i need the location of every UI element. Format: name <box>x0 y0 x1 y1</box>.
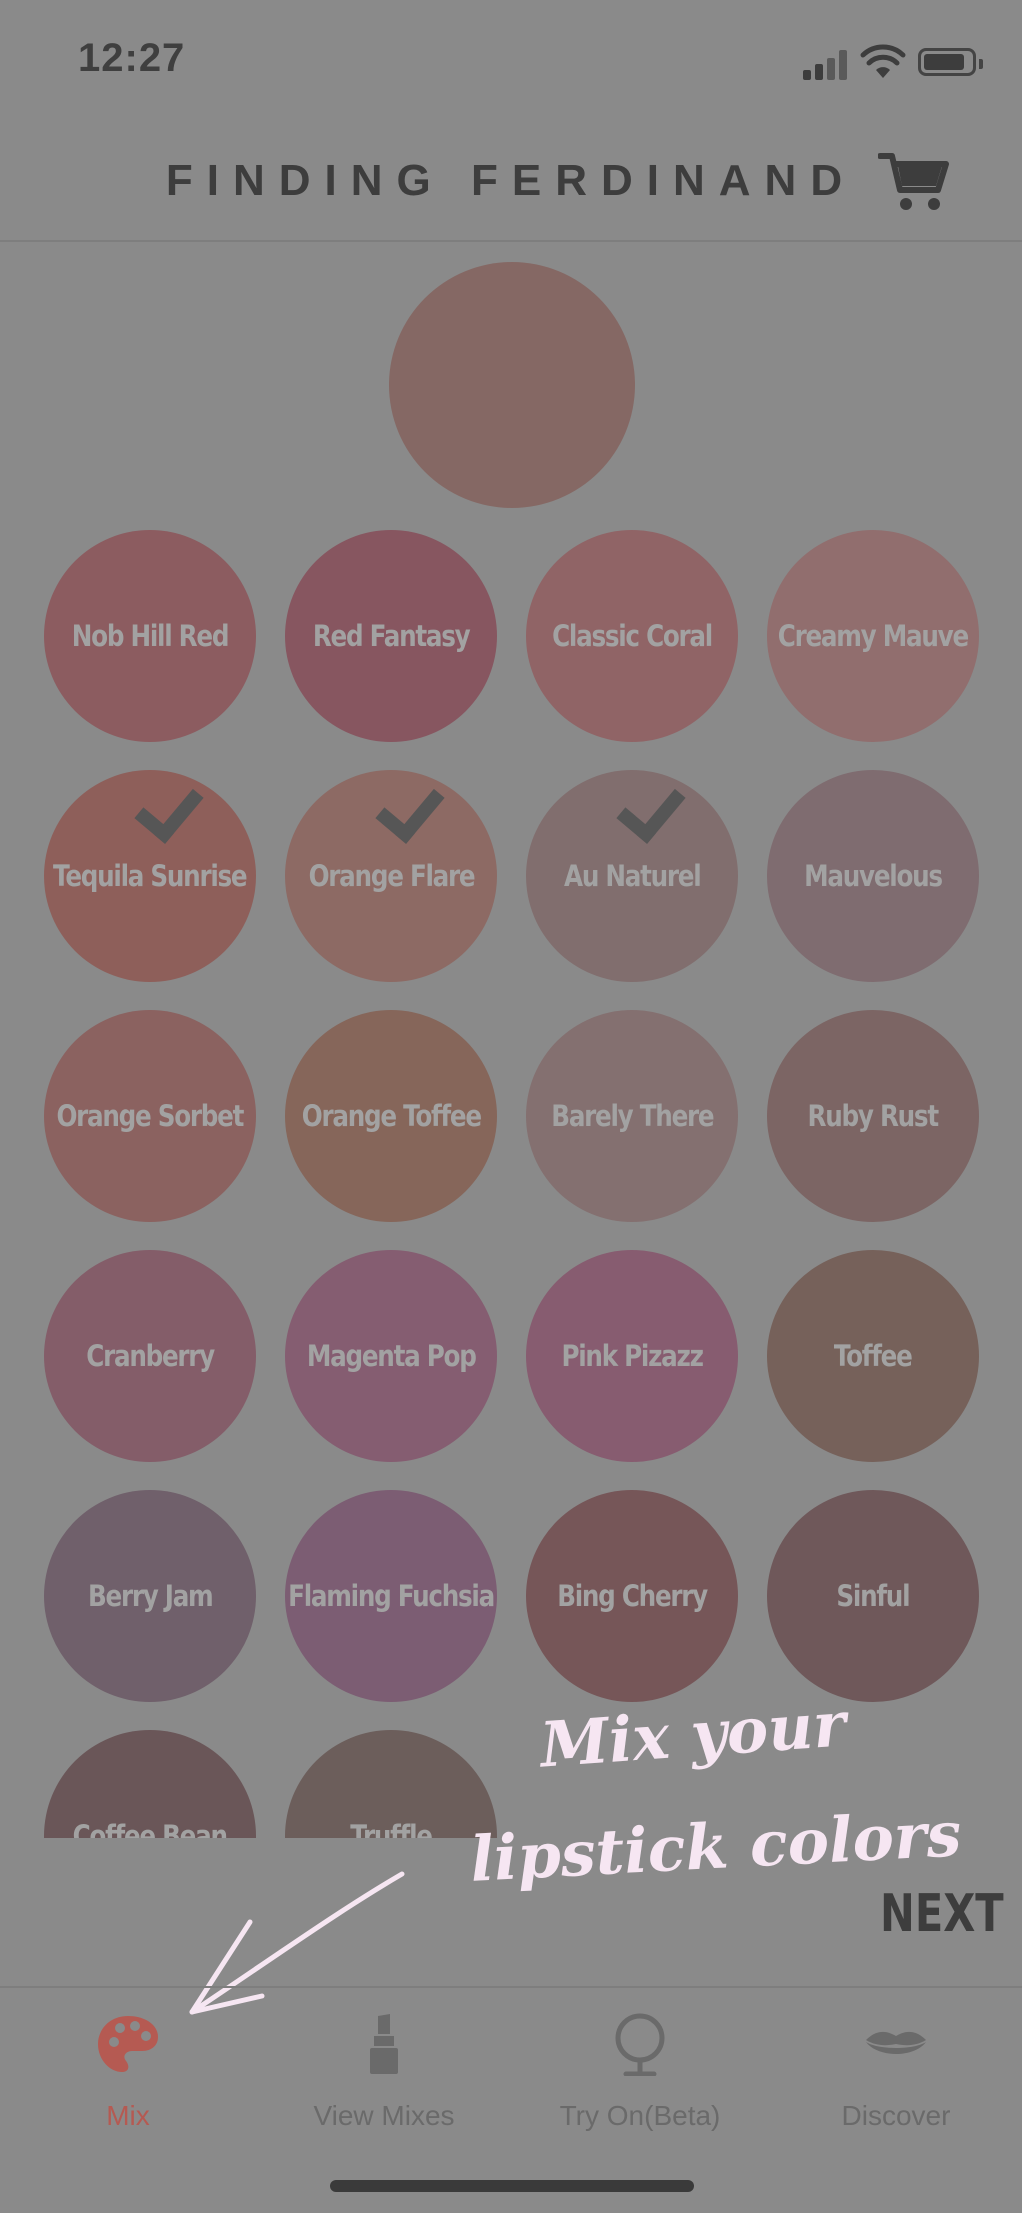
tab-bar: Mix View Mixes Try On(Beta) Discover <box>0 1986 1022 2213</box>
swatch-label: Creamy Mauve <box>777 619 969 653</box>
tab-discover[interactable]: Discover <box>768 2004 1022 2134</box>
swatch-label: Classic Coral <box>552 619 713 653</box>
palette-icon <box>98 2016 158 2072</box>
checkmark-icon <box>134 772 204 844</box>
swatch-label: Red Fantasy <box>312 619 471 653</box>
color-swatch[interactable]: Orange Flare <box>285 770 497 982</box>
color-swatch[interactable]: Ruby Rust <box>767 1010 979 1222</box>
swatch-label: Magenta Pop <box>306 1339 477 1373</box>
swatch-label: Mauvelous <box>804 859 943 893</box>
color-swatch[interactable]: Pink Pizazz <box>526 1250 738 1462</box>
tab-discover-label: Discover <box>841 2100 951 2131</box>
home-indicator <box>330 2180 694 2192</box>
cellular-signal-icon <box>803 50 847 80</box>
tab-try-on[interactable]: Try On(Beta) <box>512 2004 768 2134</box>
tab-mix[interactable]: Mix <box>0 2004 256 2134</box>
color-swatch[interactable]: Au Naturel <box>526 770 738 982</box>
swatch-label: Toffee <box>834 1339 913 1373</box>
cart-icon[interactable] <box>878 150 950 214</box>
color-swatch[interactable]: Truffle <box>285 1730 497 1838</box>
color-swatch[interactable]: Magenta Pop <box>285 1250 497 1462</box>
color-swatch[interactable]: Orange Sorbet <box>44 1010 256 1222</box>
color-swatch[interactable]: Sinful <box>767 1490 979 1702</box>
color-swatch[interactable]: Coffee Bean <box>44 1730 256 1838</box>
brand-title: FINDING FERDINAND <box>165 156 857 205</box>
tab-view-mixes[interactable]: View Mixes <box>256 2004 512 2134</box>
swatch-label: Tequila Sunrise <box>53 859 248 893</box>
swatch-label: Au Naturel <box>563 859 702 893</box>
battery-icon <box>918 48 983 76</box>
swatch-label: Pink Pizazz <box>561 1339 703 1373</box>
color-swatch[interactable]: Orange Toffee <box>285 1010 497 1222</box>
color-swatch[interactable]: Creamy Mauve <box>767 530 979 742</box>
mirror-icon <box>615 2013 665 2076</box>
swatch-grid: Nob Hill Red Red Fantasy Classic Coral Crea… <box>0 520 1022 1838</box>
color-swatch[interactable]: Cranberry <box>44 1250 256 1462</box>
tab-mix-label: Mix <box>106 2100 150 2131</box>
checkmark-icon <box>616 772 686 844</box>
status-bar: 12:27 <box>0 0 1022 120</box>
swatch-label: Bing Cherry <box>557 1579 708 1613</box>
color-swatch[interactable]: Mauvelous <box>767 770 979 982</box>
mix-preview-circle <box>389 262 635 508</box>
color-swatch[interactable]: Berry Jam <box>44 1490 256 1702</box>
swatch-label: Berry Jam <box>87 1579 214 1613</box>
swatch-label: Nob Hill Red <box>71 619 230 653</box>
swatch-label: Orange Flare <box>308 859 475 893</box>
color-swatch[interactable]: Barely There <box>526 1010 738 1222</box>
tab-view-mixes-label: View Mixes <box>313 2100 455 2131</box>
wifi-icon <box>860 44 906 78</box>
color-swatch[interactable]: Red Fantasy <box>285 530 497 742</box>
color-swatch[interactable]: Tequila Sunrise <box>44 770 256 982</box>
color-swatch[interactable]: Nob Hill Red <box>44 530 256 742</box>
color-swatch[interactable]: Flaming Fuchsia <box>285 1490 497 1702</box>
checkmark-icon <box>375 772 445 844</box>
next-button[interactable]: NEXT <box>880 1884 1004 1944</box>
lips-icon <box>866 2031 926 2054</box>
color-swatch[interactable]: Toffee <box>767 1250 979 1462</box>
tab-try-on-label: Try On(Beta) <box>559 2100 721 2131</box>
swatch-label: Barely There <box>550 1099 714 1133</box>
swatch-label: Ruby Rust <box>807 1099 940 1133</box>
swatch-label: Truffle <box>350 1819 433 1838</box>
swatch-label: Cranberry <box>86 1339 215 1373</box>
swatch-label: Coffee Bean <box>72 1819 228 1838</box>
app-header: FINDING FERDINAND <box>0 120 1022 242</box>
swatch-label: Flaming Fuchsia <box>288 1579 495 1613</box>
status-time: 12:27 <box>78 36 186 80</box>
swatch-label: Orange Toffee <box>301 1099 481 1133</box>
swatch-label: Orange Sorbet <box>56 1099 245 1133</box>
swatch-label: Sinful <box>836 1579 911 1613</box>
color-swatch[interactable]: Classic Coral <box>526 530 738 742</box>
color-swatch[interactable]: Bing Cherry <box>526 1490 738 1702</box>
lipstick-icon <box>370 2014 398 2074</box>
